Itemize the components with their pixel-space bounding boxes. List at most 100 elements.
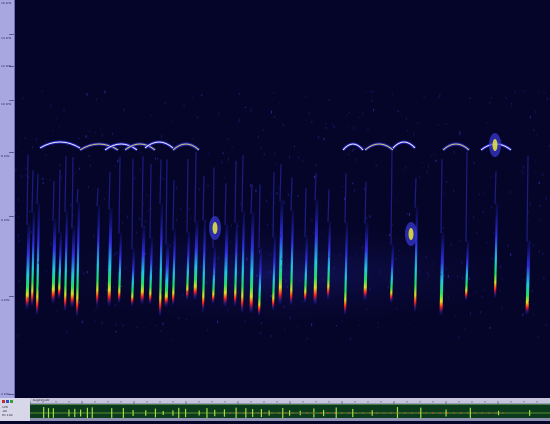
noise-speck: [435, 159, 437, 163]
noise-speck: [245, 106, 247, 109]
noise-speck: [170, 244, 172, 247]
noise-speck: [315, 163, 317, 167]
noise-speck: [59, 290, 61, 293]
noise-speck: [206, 280, 208, 284]
freq-label: 14 kHz: [1, 36, 12, 40]
call-streak: [278, 199, 284, 304]
noise-speck: [90, 164, 92, 167]
noise-speck: [209, 221, 211, 225]
noise-speck: [199, 265, 201, 269]
noise-speck: [347, 153, 349, 156]
noise-speck: [100, 127, 102, 130]
track-header[interactable]: 128 -60 Hz 100: [0, 398, 31, 421]
noise-speck: [50, 104, 52, 107]
noise-speck: [277, 187, 279, 189]
noise-speck: [365, 233, 367, 236]
noise-speck: [328, 255, 330, 258]
call-streak: [25, 223, 31, 309]
noise-speck: [505, 97, 507, 99]
noise-speck: [89, 130, 91, 133]
noise-speck: [358, 116, 360, 119]
call-streak: [140, 225, 146, 305]
noise-speck: [224, 177, 226, 179]
noise-speck: [417, 122, 419, 124]
noise-speck: [227, 160, 229, 162]
noise-speck: [398, 249, 400, 252]
noise-speck: [500, 139, 502, 143]
noise-speck: [510, 105, 512, 107]
noise-speck: [205, 220, 207, 223]
noise-speck: [260, 147, 262, 149]
noise-speck: [522, 172, 524, 175]
noise-speck: [335, 325, 337, 327]
noise-speck: [101, 321, 103, 325]
noise-speck: [527, 264, 529, 267]
noise-speck: [349, 337, 351, 341]
noise-speck: [479, 193, 481, 196]
noise-speck: [511, 102, 513, 105]
noise-speck: [369, 287, 371, 291]
noise-speck: [464, 328, 466, 331]
noise-speck: [533, 303, 535, 305]
noise-speck: [489, 326, 491, 329]
noise-speck: [533, 129, 535, 132]
noise-speck: [144, 252, 146, 255]
noise-speck: [426, 271, 428, 274]
noise-speck: [459, 134, 461, 137]
noise-speck: [482, 192, 484, 194]
noise-speck: [302, 300, 304, 303]
spectrogram-canvas[interactable]: [15, 0, 550, 398]
noise-speck: [527, 210, 529, 213]
noise-speck: [58, 125, 60, 128]
noise-speck: [389, 233, 391, 236]
noise-speck: [25, 174, 27, 177]
noise-speck: [510, 253, 512, 256]
noise-speck: [269, 271, 271, 273]
noise-speck: [15, 211, 17, 214]
noise-speck: [183, 104, 185, 107]
noise-speck: [325, 122, 327, 125]
noise-speck: [392, 297, 394, 301]
noise-speck: [476, 232, 478, 234]
noise-speck: [493, 232, 495, 234]
noise-speck: [50, 242, 52, 246]
noise-speck: [116, 252, 118, 254]
noise-speck: [289, 155, 291, 159]
noise-speck: [257, 135, 259, 139]
noise-speck: [490, 97, 492, 99]
noise-speck: [286, 286, 288, 288]
noise-speck: [18, 239, 20, 242]
noise-speck: [521, 170, 523, 172]
noise-speck: [217, 320, 219, 324]
noise-speck: [507, 244, 509, 248]
call-streak: [164, 242, 170, 307]
noise-speck: [180, 208, 182, 210]
noise-speck: [474, 291, 476, 293]
noise-speck: [143, 203, 145, 205]
noise-speck: [353, 148, 355, 151]
noise-speck: [42, 177, 44, 180]
noise-speck: [440, 263, 442, 265]
noise-speck: [479, 310, 481, 314]
noise-speck: [83, 272, 85, 275]
noise-speck: [272, 92, 274, 94]
noise-speck: [37, 260, 39, 264]
noise-speck: [136, 326, 138, 328]
noise-speck: [239, 118, 241, 121]
freq-tick: [9, 152, 14, 153]
noise-speck: [445, 122, 447, 125]
noise-speck: [543, 276, 545, 280]
noise-speck: [112, 132, 114, 136]
noise-speck: [461, 276, 463, 280]
noise-speck: [98, 239, 100, 241]
noise-speck: [78, 301, 80, 304]
noise-speck: [70, 222, 72, 226]
call-streak: [193, 221, 199, 300]
noise-speck: [279, 103, 281, 105]
noise-speck: [489, 101, 491, 105]
noise-speck: [537, 335, 539, 338]
noise-speck: [311, 120, 313, 124]
noise-speck: [199, 247, 201, 249]
noise-speck: [405, 166, 407, 169]
noise-speck: [395, 258, 397, 260]
